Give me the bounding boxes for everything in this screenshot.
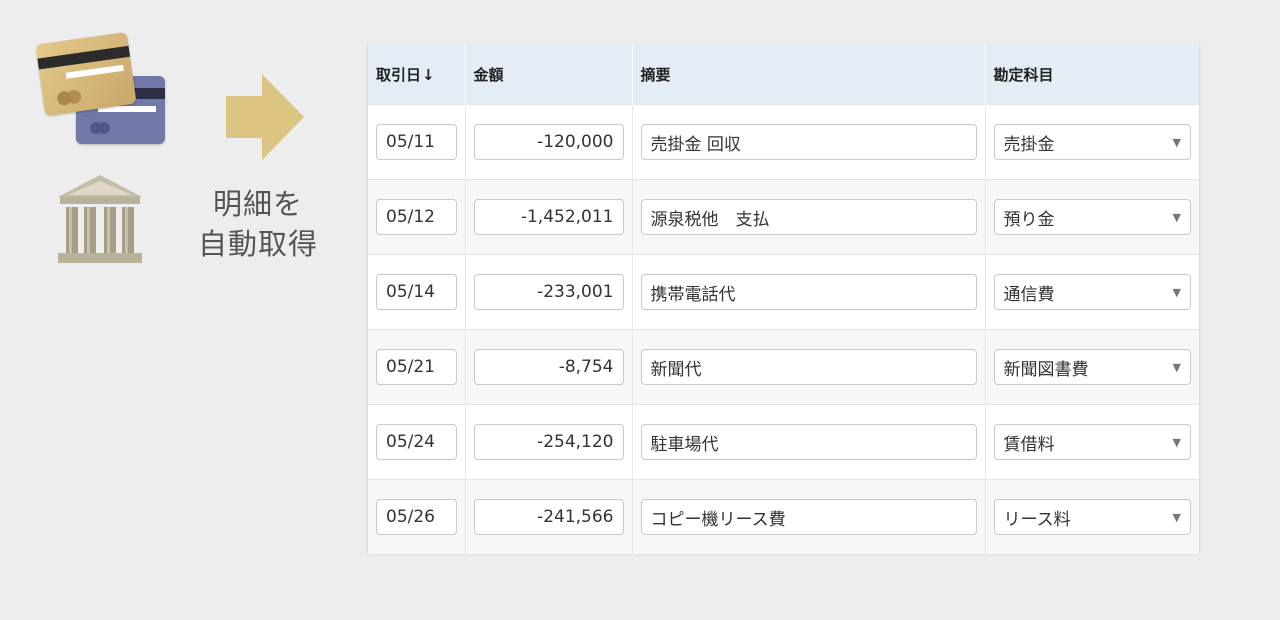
chevron-down-icon: ▼ xyxy=(1172,285,1181,299)
account-select-value: 賃借料 xyxy=(1003,434,1055,455)
account-select-value: リース料 xyxy=(1003,509,1071,530)
account-select[interactable]: 売掛金 ▼ xyxy=(993,124,1191,160)
amount-input[interactable]: -254,120 xyxy=(473,424,624,460)
header-account: 勘定科目 xyxy=(985,44,1199,105)
illustration: 明細を 自動取得 xyxy=(0,0,360,300)
table-row: 05/24 -254,120 駐車場代 賃借料 ▼ xyxy=(368,404,1199,480)
header-summary: 摘要 xyxy=(632,44,986,105)
amount-input[interactable]: -8,754 xyxy=(473,349,624,385)
caption-line-2: 自動取得 xyxy=(197,227,318,261)
amount-input[interactable]: -120,000 xyxy=(473,124,624,160)
account-select[interactable]: リース料 ▼ xyxy=(993,499,1191,535)
date-input[interactable]: 05/14 xyxy=(376,274,457,310)
chevron-down-icon: ▼ xyxy=(1172,135,1181,149)
caption-line-1: 明細を xyxy=(212,187,303,221)
account-select-value: 新聞図書費 xyxy=(1003,359,1089,380)
chevron-down-icon: ▼ xyxy=(1172,360,1181,374)
header-date-label: 取引日 xyxy=(376,65,422,84)
table-row: 05/12 -1,452,011 源泉税他 支払 預り金 ▼ xyxy=(368,179,1199,255)
transactions-table: 取引日↓ 金額 摘要 勘定科目 05/11 -120,000 売掛金 回収 売掛… xyxy=(368,44,1199,554)
summary-input[interactable]: 源泉税他 支払 xyxy=(640,199,977,235)
table-row: 05/11 -120,000 売掛金 回収 売掛金 ▼ xyxy=(368,104,1199,180)
amount-input[interactable]: -1,452,011 xyxy=(473,199,624,235)
summary-input[interactable]: 新聞代 xyxy=(640,349,977,385)
table-row: 05/21 -8,754 新聞代 新聞図書費 ▼ xyxy=(368,329,1199,405)
table-row: 05/26 -241,566 コピー機リース費 リース料 ▼ xyxy=(368,479,1199,554)
arrow-right-icon xyxy=(226,74,304,160)
credit-card-icon xyxy=(35,31,137,117)
amount-input[interactable]: -233,001 xyxy=(473,274,624,310)
header-amount: 金額 xyxy=(465,44,633,105)
account-select[interactable]: 賃借料 ▼ xyxy=(993,424,1191,460)
summary-input[interactable]: コピー機リース費 xyxy=(640,499,977,535)
date-input[interactable]: 05/12 xyxy=(376,199,457,235)
summary-input[interactable]: 売掛金 回収 xyxy=(640,124,977,160)
date-input[interactable]: 05/21 xyxy=(376,349,457,385)
date-input[interactable]: 05/24 xyxy=(376,424,457,460)
account-select[interactable]: 通信費 ▼ xyxy=(993,274,1191,310)
account-select-value: 売掛金 xyxy=(1003,134,1055,155)
summary-input[interactable]: 携帯電話代 xyxy=(640,274,977,310)
table-row: 05/14 -233,001 携帯電話代 通信費 ▼ xyxy=(368,254,1199,330)
sort-down-icon[interactable]: ↓ xyxy=(422,66,435,84)
date-input[interactable]: 05/26 xyxy=(376,499,457,535)
auto-fetch-caption: 明細を 自動取得 xyxy=(186,184,330,264)
account-select[interactable]: 預り金 ▼ xyxy=(993,199,1191,235)
header-date[interactable]: 取引日↓ xyxy=(368,44,466,105)
account-select-value: 通信費 xyxy=(1003,284,1055,305)
chevron-down-icon: ▼ xyxy=(1172,510,1181,524)
bank-icon xyxy=(58,175,142,263)
chevron-down-icon: ▼ xyxy=(1172,210,1181,224)
account-select-value: 預り金 xyxy=(1003,209,1055,230)
table-header-row: 取引日↓ 金額 摘要 勘定科目 xyxy=(368,44,1199,105)
amount-input[interactable]: -241,566 xyxy=(473,499,624,535)
account-select[interactable]: 新聞図書費 ▼ xyxy=(993,349,1191,385)
chevron-down-icon: ▼ xyxy=(1172,435,1181,449)
summary-input[interactable]: 駐車場代 xyxy=(640,424,977,460)
date-input[interactable]: 05/11 xyxy=(376,124,457,160)
